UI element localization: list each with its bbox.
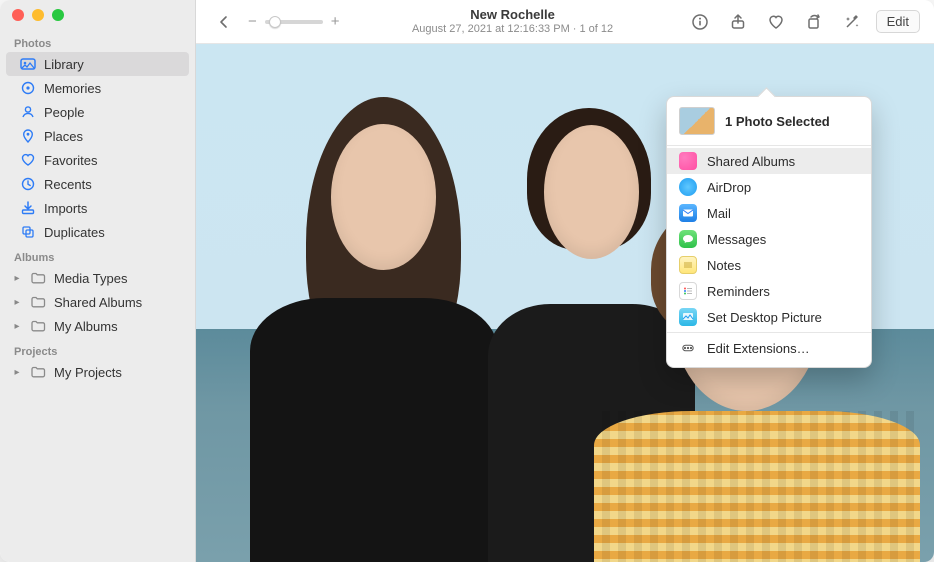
back-button[interactable]	[210, 8, 238, 36]
photo-viewport[interactable]: 1 Photo Selected Shared Albums AirDrop M…	[196, 44, 934, 562]
toolbar: − + New Rochelle August 27, 2021 at 12:1…	[196, 0, 934, 44]
sidebar-item-library[interactable]: Library	[6, 52, 189, 76]
chevron-right-icon[interactable]: ▸	[12, 367, 22, 378]
sidebar-section-projects: Projects	[0, 338, 195, 360]
share-item-label: AirDrop	[707, 180, 751, 195]
memories-icon	[20, 80, 36, 96]
messages-icon	[679, 230, 697, 248]
separator	[667, 332, 871, 333]
main: − + New Rochelle August 27, 2021 at 12:1…	[196, 0, 934, 562]
share-thumbnail	[679, 107, 715, 135]
favorite-button[interactable]	[762, 8, 790, 36]
sidebar-item-my-albums[interactable]: ▸ My Albums	[6, 314, 189, 338]
photos-window: Photos Library Memories People Places	[0, 0, 934, 562]
share-item-label: Mail	[707, 206, 731, 221]
share-button[interactable]	[724, 8, 752, 36]
sidebar-item-recents[interactable]: Recents	[6, 172, 189, 196]
title-area: New Rochelle August 27, 2021 at 12:16:33…	[350, 8, 676, 36]
places-icon	[20, 128, 36, 144]
sidebar-item-label: Favorites	[44, 153, 181, 168]
folder-icon	[30, 294, 46, 310]
sidebar-item-label: Shared Albums	[54, 295, 181, 310]
share-item-label: Edit Extensions…	[707, 341, 810, 356]
photo-subtitle: August 27, 2021 at 12:16:33 PM · 1 of 12	[350, 23, 676, 36]
sidebar-section-albums: Albums	[0, 244, 195, 266]
sidebar-item-favorites[interactable]: Favorites	[6, 148, 189, 172]
share-popover: 1 Photo Selected Shared Albums AirDrop M…	[666, 96, 872, 368]
sidebar-item-label: People	[44, 105, 181, 120]
sidebar-item-label: Recents	[44, 177, 181, 192]
sidebar-item-places[interactable]: Places	[6, 124, 189, 148]
favorites-icon	[20, 152, 36, 168]
sidebar-item-label: Duplicates	[44, 225, 181, 240]
sidebar-item-people[interactable]: People	[6, 100, 189, 124]
chevron-right-icon[interactable]: ▸	[12, 297, 22, 308]
share-popover-header: 1 Photo Selected	[667, 97, 871, 143]
window-traffic-lights	[0, 0, 195, 30]
chevron-right-icon[interactable]: ▸	[12, 321, 22, 332]
sidebar-item-label: My Albums	[54, 319, 181, 334]
auto-enhance-button[interactable]	[838, 8, 866, 36]
folder-icon	[30, 318, 46, 334]
photo-title: New Rochelle	[350, 8, 676, 23]
people-icon	[20, 104, 36, 120]
share-selection-count: 1 Photo Selected	[725, 114, 830, 129]
sidebar-item-label: Memories	[44, 81, 181, 96]
sidebar-item-label: Library	[44, 57, 181, 72]
zoom-window-button[interactable]	[52, 9, 64, 21]
sidebar-item-imports[interactable]: Imports	[6, 196, 189, 220]
share-item-label: Messages	[707, 232, 766, 247]
sidebar-item-label: My Projects	[54, 365, 181, 380]
reminders-icon	[679, 282, 697, 300]
zoom-slider-knob[interactable]	[269, 16, 281, 28]
mail-icon	[679, 204, 697, 222]
share-item-set-desktop[interactable]: Set Desktop Picture	[667, 304, 871, 330]
close-window-button[interactable]	[12, 9, 24, 21]
share-item-airdrop[interactable]: AirDrop	[667, 174, 871, 200]
folder-icon	[30, 364, 46, 380]
share-item-label: Notes	[707, 258, 741, 273]
sidebar: Photos Library Memories People Places	[0, 0, 196, 562]
recents-icon	[20, 176, 36, 192]
sidebar-item-label: Media Types	[54, 271, 181, 286]
sidebar-item-label: Imports	[44, 201, 181, 216]
share-item-reminders[interactable]: Reminders	[667, 278, 871, 304]
share-item-mail[interactable]: Mail	[667, 200, 871, 226]
share-item-notes[interactable]: Notes	[667, 252, 871, 278]
sidebar-item-memories[interactable]: Memories	[6, 76, 189, 100]
desktop-picture-icon	[679, 308, 697, 326]
zoom-in-button[interactable]: +	[331, 13, 340, 30]
share-item-shared-albums[interactable]: Shared Albums	[667, 148, 871, 174]
share-item-edit-extensions[interactable]: Edit Extensions…	[667, 335, 871, 361]
share-item-label: Shared Albums	[707, 154, 795, 169]
sidebar-item-shared-albums[interactable]: ▸ Shared Albums	[6, 290, 189, 314]
folder-icon	[30, 270, 46, 286]
sidebar-section-photos: Photos	[0, 30, 195, 52]
zoom-slider[interactable]	[265, 20, 323, 24]
shared-albums-icon	[679, 152, 697, 170]
info-button[interactable]	[686, 8, 714, 36]
imports-icon	[20, 200, 36, 216]
rotate-button[interactable]	[800, 8, 828, 36]
notes-icon	[679, 256, 697, 274]
sidebar-item-duplicates[interactable]: Duplicates	[6, 220, 189, 244]
zoom-out-button[interactable]: −	[248, 13, 257, 30]
chevron-right-icon[interactable]: ▸	[12, 273, 22, 284]
separator	[667, 145, 871, 146]
sidebar-item-my-projects[interactable]: ▸ My Projects	[6, 360, 189, 384]
library-icon	[20, 56, 36, 72]
airdrop-icon	[679, 178, 697, 196]
minimize-window-button[interactable]	[32, 9, 44, 21]
share-item-messages[interactable]: Messages	[667, 226, 871, 252]
duplicates-icon	[20, 224, 36, 240]
edit-button[interactable]: Edit	[876, 10, 920, 33]
zoom-control: − +	[248, 13, 340, 30]
share-item-label: Set Desktop Picture	[707, 310, 822, 325]
sidebar-item-media-types[interactable]: ▸ Media Types	[6, 266, 189, 290]
share-item-label: Reminders	[707, 284, 770, 299]
extensions-icon	[679, 339, 697, 357]
sidebar-item-label: Places	[44, 129, 181, 144]
